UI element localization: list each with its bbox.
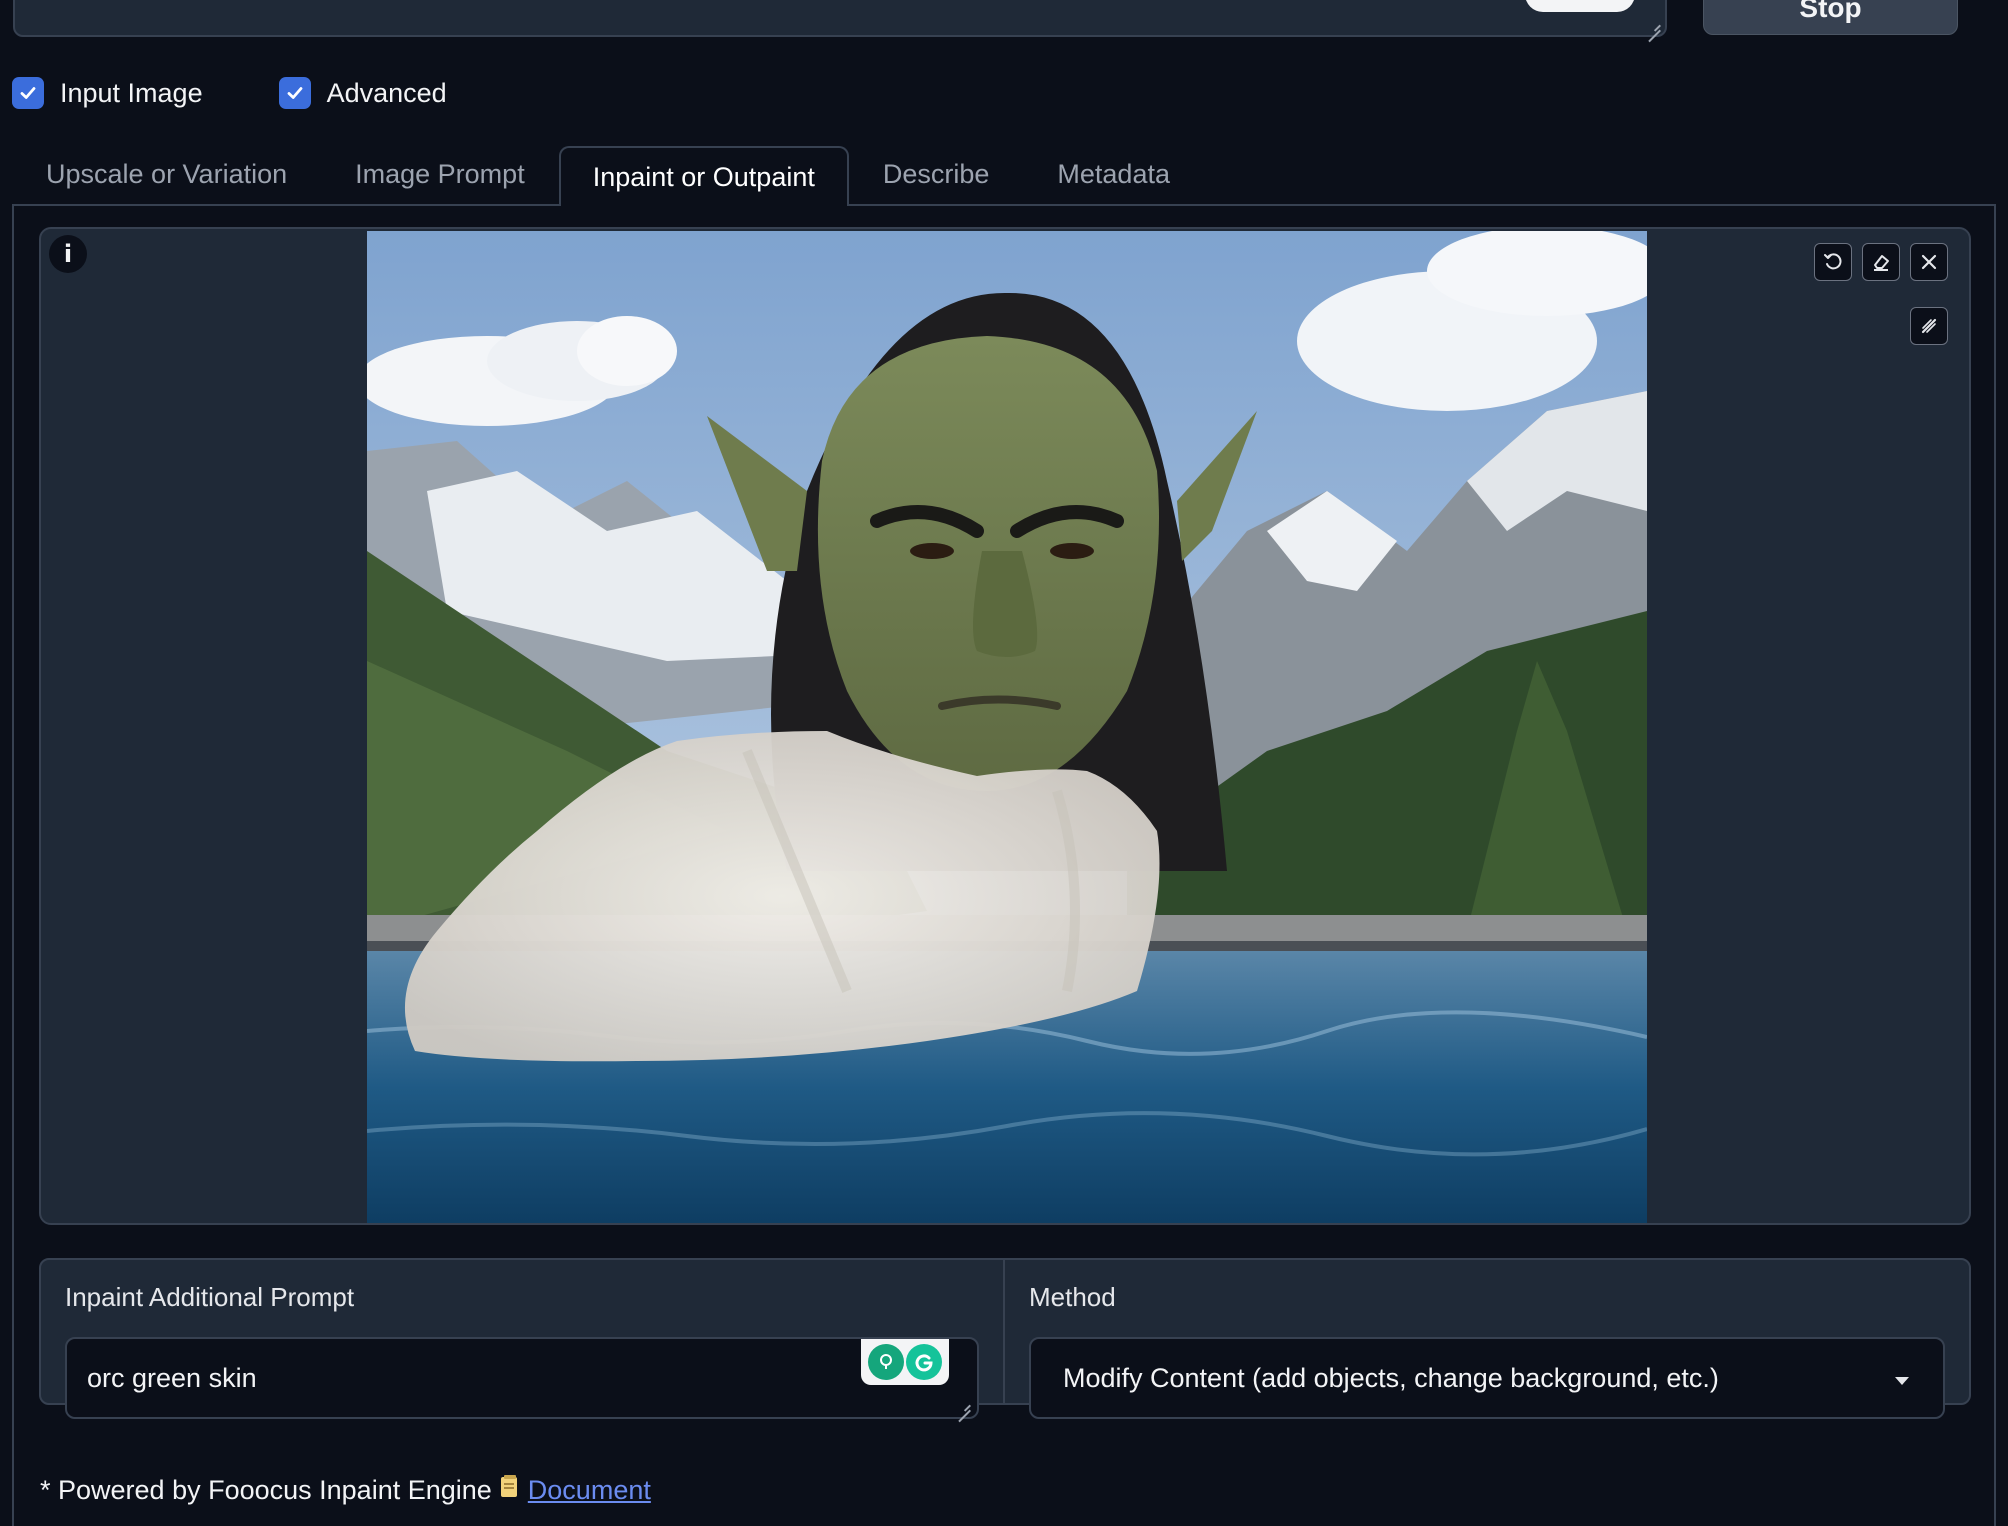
grammarly-widget[interactable] [1525,0,1635,12]
input-image-label: Input Image [60,77,203,108]
grammarly-g-icon[interactable] [906,1344,942,1380]
checkbox-checked-icon[interactable] [12,77,44,109]
method-dropdown[interactable]: Modify Content (add objects, change back… [1029,1337,1945,1419]
document-icon [498,1474,522,1507]
resize-handle-icon[interactable] [1647,17,1661,31]
method-selected-value: Modify Content (add objects, change back… [1063,1362,1719,1393]
inpaint-tab-panel: i Inpaint Additional Prompt orc green sk… [12,204,1996,1526]
powered-by-note: * Powered by Fooocus Inpaint Engine Docu… [40,1474,651,1507]
inpaint-canvas-image[interactable] [367,231,1647,1223]
resize-handle-icon[interactable] [957,1397,971,1411]
method-label: Method [1029,1282,1116,1312]
close-icon[interactable] [1910,243,1948,281]
dropdown-caret-icon[interactable] [1893,1363,1911,1394]
tab-metadata[interactable]: Metadata [1023,144,1204,204]
document-link[interactable]: Document [528,1475,651,1506]
input-image-checkbox[interactable]: Input Image [12,77,203,109]
powered-by-text: * Powered by Fooocus Inpaint Engine [40,1475,492,1505]
undo-icon[interactable] [1814,243,1852,281]
inpaint-prompt-label: Inpaint Additional Prompt [65,1282,355,1312]
tab-upscale-or-variation[interactable]: Upscale or Variation [12,144,321,204]
options-checkbox-row: Input Image Advanced [12,76,523,110]
brush-icon[interactable] [1910,307,1948,345]
inpaint-prompt-input[interactable]: orc green skin [65,1337,979,1419]
prompt-textarea[interactable] [13,0,1667,37]
tab-describe[interactable]: Describe [849,144,1024,204]
inpaint-prompt-value: orc green skin [87,1362,257,1393]
eraser-icon[interactable] [1862,243,1900,281]
inpaint-scene-illustration [367,231,1647,1223]
advanced-label: Advanced [326,77,447,108]
stop-button[interactable]: Stop [1703,0,1958,35]
inpaint-options-panel: Inpaint Additional Prompt orc green skin… [39,1258,1971,1419]
method-column: Method Modify Content (add objects, chan… [1005,1260,1969,1419]
tab-image-prompt[interactable]: Image Prompt [321,144,559,204]
input-image-tabs: Upscale or Variation Image Prompt Inpain… [12,146,1996,206]
info-icon[interactable]: i [49,235,87,273]
tab-inpaint-or-outpaint[interactable]: Inpaint or Outpaint [558,146,849,206]
grammarly-suggestion-icon[interactable] [868,1344,904,1380]
grammarly-widget[interactable] [861,1339,949,1385]
inpaint-prompt-column: Inpaint Additional Prompt orc green skin [41,1260,1005,1419]
checkbox-checked-icon[interactable] [278,77,311,109]
advanced-checkbox[interactable]: Advanced [278,77,447,109]
image-editor[interactable]: i [39,227,1971,1225]
